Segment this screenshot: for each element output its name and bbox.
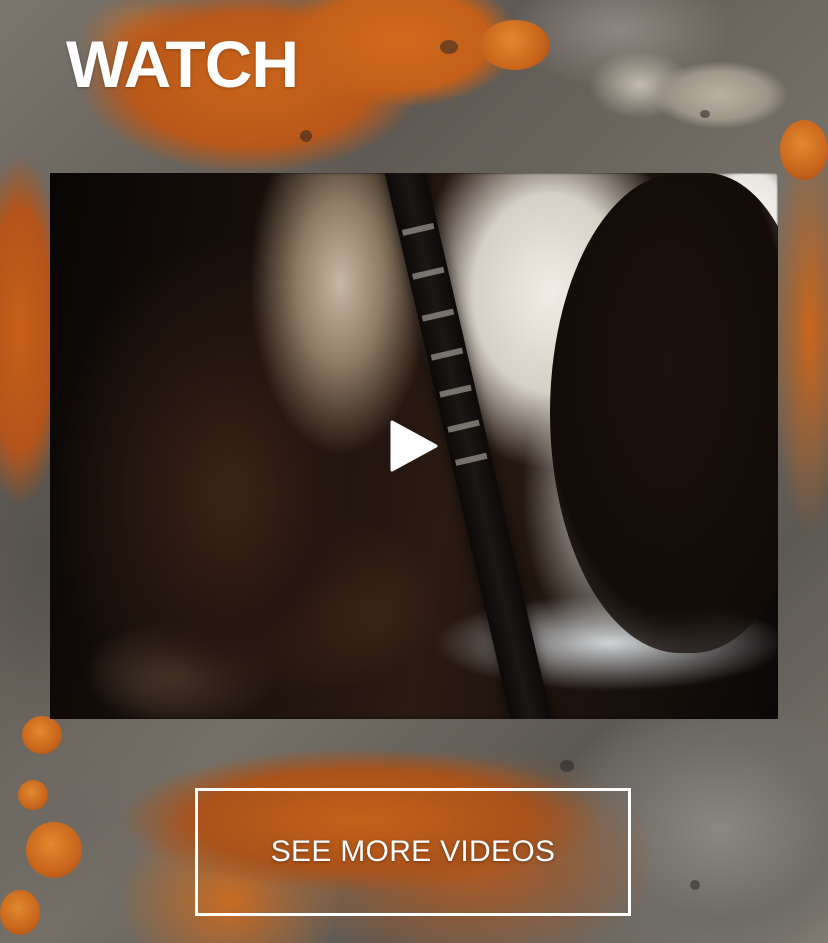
lichen-spot — [0, 890, 40, 935]
guitar-fret — [447, 419, 480, 433]
rock-speck — [690, 880, 700, 890]
rock-speck — [440, 40, 458, 54]
play-icon[interactable] — [390, 420, 438, 472]
guitar-fret — [412, 266, 445, 280]
lichen-spot — [480, 20, 550, 70]
guitar-fret — [430, 347, 464, 361]
guitar-fret — [421, 308, 455, 322]
rock-speck — [700, 110, 710, 118]
lichen-spot — [22, 716, 62, 754]
guitar-fret — [454, 452, 488, 466]
see-more-videos-label: SEE MORE VIDEOS — [270, 835, 556, 868]
video-player[interactable] — [50, 173, 778, 719]
rock-speck — [300, 130, 312, 142]
lichen-spot — [780, 120, 828, 180]
lichen-spot — [26, 822, 82, 878]
guitar-fret — [439, 384, 472, 398]
see-more-videos-button[interactable]: SEE MORE VIDEOS — [195, 788, 631, 916]
guitar-fret — [401, 222, 435, 236]
rock-speck — [560, 760, 574, 772]
section-title: WATCH — [66, 27, 299, 101]
lichen-spot — [18, 780, 48, 810]
